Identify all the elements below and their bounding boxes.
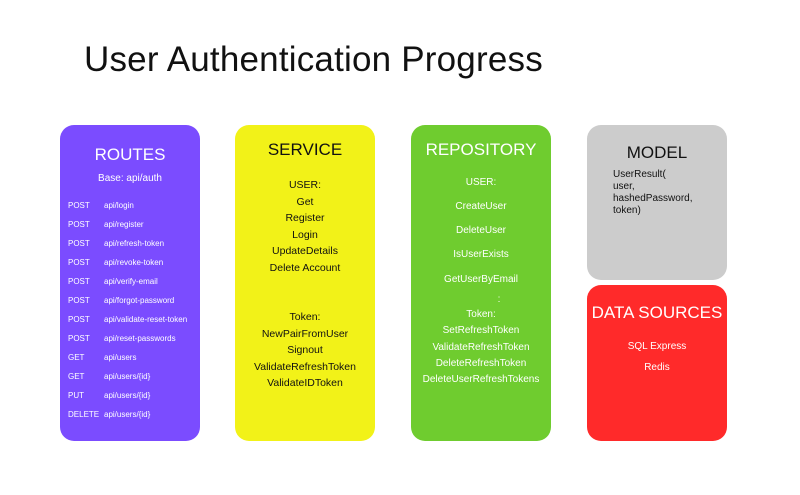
route-path: api/login [104,201,134,210]
data-sources-card: DATA SOURCES SQL Express Redis [587,285,727,441]
route-method: GET [68,372,85,381]
route-method: POST [68,296,90,305]
data-sources-title: DATA SOURCES [591,303,723,322]
service-item: NewPairFromUser [261,328,349,340]
service-item: ValidateRefreshToken [254,361,356,373]
service-card: SERVICE USER: Get Register Login UpdateD… [235,125,375,441]
route-path: api/users/{id} [104,391,151,400]
route-row: POST api/verify-email [68,277,196,289]
page-title: User Authentication Progress [84,40,543,79]
route-path: api/register [104,220,144,229]
route-method: DELETE [68,410,100,419]
route-row: POST api/validate-reset-token [68,315,196,327]
service-title: SERVICE [267,140,343,159]
repository-item: IsUserExists [453,249,509,260]
route-path: api/reset-passwords [104,334,176,343]
repository-item: ValidateRefreshToken [432,342,530,353]
route-method: POST [68,258,90,267]
service-item: Register [285,212,325,224]
model-line: user, [613,181,635,192]
model-line: hashedPassword, [613,193,693,204]
route-row: POST api/revoke-token [68,258,196,270]
route-row: DELETE api/users/{id} [68,410,196,422]
route-row: POST api/refresh-token [68,239,196,251]
route-path: api/revoke-token [104,258,164,267]
route-path: api/users [104,353,137,362]
route-row: GET api/users [68,353,196,365]
route-row: GET api/users/{id} [68,372,196,384]
route-method: POST [68,277,90,286]
service-item: Delete Account [269,262,341,274]
route-path: api/refresh-token [104,239,165,248]
route-path: api/users/{id} [104,410,151,419]
route-method: POST [68,315,90,324]
repository-item: GetUserByEmail [444,274,518,285]
repository-separator: : [497,294,501,305]
service-item: ValidateIDToken [267,377,343,389]
route-path: api/users/{id} [104,372,151,381]
service-item: UpdateDetails [272,245,338,257]
route-method: POST [68,220,90,229]
routes-card: ROUTES Base: api/auth POST api/login POST a… [60,125,200,441]
route-method: POST [68,201,90,210]
repository-item: DeleteUserRefreshTokens [422,374,540,385]
repository-item: DeleteUser [455,225,507,236]
service-item: Get [296,196,314,208]
route-path: api/validate-reset-token [104,315,188,324]
route-method: GET [68,353,85,362]
data-source-item: Redis [644,362,670,373]
model-title: MODEL [626,143,688,162]
service-token-header: Token: [289,311,321,323]
model-definition: UserResult( user, hashedPassword, token) [613,169,693,217]
repository-card: REPOSITORY USER: CreateUser DeleteUser I… [411,125,551,441]
repository-token-header: Token: [466,309,496,320]
repository-user-header: USER: [465,177,497,188]
repository-item: SetRefreshToken [442,325,520,336]
route-path: api/forgot-password [104,296,175,305]
model-line: token) [613,205,641,216]
route-row: POST api/login [68,201,196,213]
service-user-header: USER: [288,179,322,191]
route-method: PUT [68,391,84,400]
model-card: MODEL UserResult( user, hashedPassword, … [587,125,727,280]
data-source-item: SQL Express [627,341,687,352]
routes-title: ROUTES [94,145,166,164]
repository-item: DeleteRefreshToken [435,358,527,369]
route-method: POST [68,334,90,343]
route-path: api/verify-email [104,277,158,286]
route-method: POST [68,239,90,248]
route-row: PUT api/users/{id} [68,391,196,403]
service-item: Signout [287,344,323,356]
route-row: POST api/forgot-password [68,296,196,308]
repository-item: CreateUser [455,201,507,212]
repository-title: REPOSITORY [425,140,537,159]
route-row: POST api/reset-passwords [68,334,196,346]
routes-base: Base: api/auth [98,173,162,184]
route-row: POST api/register [68,220,196,232]
service-item: Login [292,229,318,241]
model-line: UserResult( [613,169,666,180]
